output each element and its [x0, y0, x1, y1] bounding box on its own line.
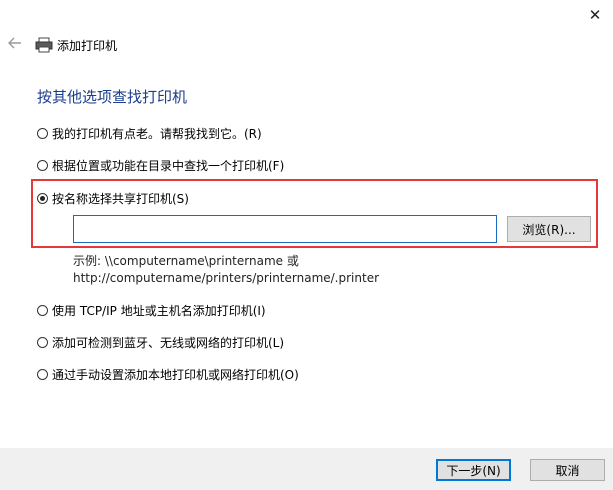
window-title: 添加打印机: [57, 39, 118, 53]
option-label: 根据位置或功能在目录中查找一个打印机(F): [52, 158, 285, 173]
cancel-button[interactable]: 取消: [530, 459, 605, 481]
option-label: 我的打印机有点老。请帮我找到它。(R): [52, 126, 262, 141]
option-label: 使用 TCP/IP 地址或主机名添加打印机(I): [52, 303, 266, 318]
option-manual-local[interactable]: 通过手动设置添加本地打印机或网络打印机(O): [37, 365, 299, 383]
radio-tcpip[interactable]: [37, 304, 48, 316]
option-tcpip[interactable]: 使用 TCP/IP 地址或主机名添加打印机(I): [37, 301, 266, 319]
radio-old-printer[interactable]: [37, 127, 48, 139]
page-heading: 按其他选项查找打印机: [37, 88, 188, 106]
option-select-shared-by-name[interactable]: 按名称选择共享打印机(S): [37, 189, 189, 207]
option-find-in-directory[interactable]: 根据位置或功能在目录中查找一个打印机(F): [37, 156, 284, 174]
next-button[interactable]: 下一步(N): [436, 459, 511, 481]
option-label: 通过手动设置添加本地打印机或网络打印机(O): [52, 367, 299, 382]
example-line-1: 示例: \\computername\printername 或: [73, 254, 299, 268]
close-icon[interactable]: ✕: [577, 0, 613, 30]
window-header: 添加打印机: [0, 30, 613, 60]
printer-icon: [35, 37, 53, 53]
radio-bluetooth-wireless[interactable]: [37, 336, 48, 348]
option-bluetooth-wireless[interactable]: 添加可检测到蓝牙、无线或网络的打印机(L): [37, 333, 284, 351]
arrow-left-icon[interactable]: [6, 36, 24, 54]
radio-select-shared-by-name[interactable]: [37, 192, 48, 204]
shared-printer-name-input[interactable]: [73, 215, 497, 243]
footer-bar: 下一步(N) 取消: [0, 448, 613, 490]
browse-button[interactable]: 浏览(R)...: [507, 216, 591, 242]
radio-manual-local[interactable]: [37, 368, 48, 380]
option-label: 按名称选择共享打印机(S): [52, 191, 189, 206]
example-line-2: http://computername/printers/printername…: [73, 271, 380, 285]
example-text: 示例: \\computername\printername 或 http://…: [73, 253, 379, 287]
option-label: 添加可检测到蓝牙、无线或网络的打印机(L): [52, 335, 285, 350]
radio-find-in-directory[interactable]: [37, 159, 48, 171]
option-old-printer[interactable]: 我的打印机有点老。请帮我找到它。(R): [37, 124, 262, 142]
